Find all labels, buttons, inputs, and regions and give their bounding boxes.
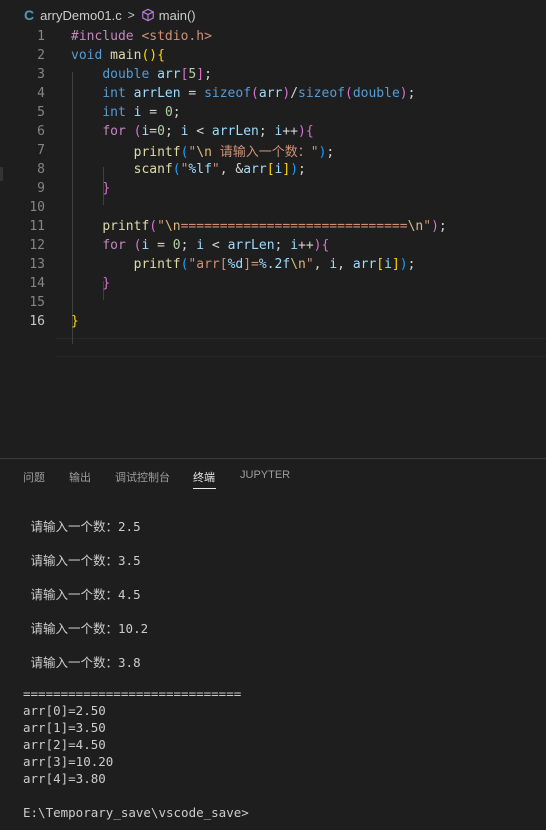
code-line[interactable]: 1 #include <stdio.h> xyxy=(0,27,546,46)
code-line[interactable]: 10 xyxy=(0,198,546,217)
code-line[interactable]: 3 double arr[5]; xyxy=(0,65,546,84)
terminal-line: 请输入一个数：2.5 xyxy=(23,519,141,534)
line-number: 3 xyxy=(37,67,45,82)
line-number: 13 xyxy=(29,257,45,272)
line-number: 9 xyxy=(37,181,45,196)
line-number: 15 xyxy=(29,295,45,310)
symbol-method-icon xyxy=(141,8,154,22)
code-line[interactable]: 11 printf("\n===========================… xyxy=(0,217,546,236)
breadcrumb-symbol[interactable]: main() xyxy=(159,8,196,23)
line-number: 14 xyxy=(29,276,45,291)
line-number: 8 xyxy=(37,162,45,177)
terminal-line: 请输入一个数：10.2 xyxy=(23,621,149,636)
line-number: 6 xyxy=(37,124,45,139)
panel-tabs: 问题 输出 调试控制台 终端 JUPYTER xyxy=(0,459,546,495)
code-line[interactable]: 2 void main(){ xyxy=(0,46,546,65)
bottom-panel: 问题 输出 调试控制台 终端 JUPYTER 请输入一个数：2.5 请输入一个数… xyxy=(0,458,546,830)
active-tab-indicator xyxy=(193,488,216,489)
c-file-icon: C xyxy=(24,7,35,23)
line-number: 2 xyxy=(37,48,45,63)
code-text: void main(){ xyxy=(71,48,165,63)
tab-jupyter[interactable]: JUPYTER xyxy=(240,469,290,481)
code-text: double arr[5]; xyxy=(102,67,212,82)
code-text: } xyxy=(102,276,111,291)
terminal-prompt[interactable]: E:\Temporary_save\vscode_save> xyxy=(23,805,249,820)
code-line[interactable]: 13 printf("arr[%d]=%.2f\n", i, arr[i]); xyxy=(0,255,546,274)
terminal-line: arr[2]=4.50 xyxy=(23,737,106,752)
terminal-line: 请输入一个数：4.5 xyxy=(23,587,141,602)
breadcrumb-file[interactable]: arryDemo01.c xyxy=(40,8,122,23)
terminal-line: arr[4]=3.80 xyxy=(23,771,106,786)
code-line[interactable]: 8 scanf("%lf", &arr[i]); xyxy=(0,160,546,179)
terminal-line: arr[0]=2.50 xyxy=(23,703,106,718)
code-line[interactable]: 15 xyxy=(0,293,546,312)
code-text: for (i = 0; i < arrLen; i++){ xyxy=(102,238,330,253)
terminal-line: arr[1]=3.50 xyxy=(23,720,106,735)
code-text: for (i=0; i < arrLen; i++){ xyxy=(102,124,314,139)
code-text: scanf("%lf", &arr[i]); xyxy=(133,162,306,177)
code-line[interactable]: 9 } xyxy=(0,179,546,198)
current-line-highlight xyxy=(55,338,546,357)
code-text: } xyxy=(102,181,111,196)
line-number: 7 xyxy=(37,143,45,158)
code-line[interactable]: 5 int i = 0; xyxy=(0,103,546,122)
line-number: 10 xyxy=(29,200,45,215)
code-editor[interactable]: 1 #include <stdio.h> 2 void main(){ 3 do… xyxy=(0,27,546,457)
tab-debug-console[interactable]: 调试控制台 xyxy=(115,469,170,485)
code-text: printf("\n=============================\… xyxy=(102,219,447,234)
line-number: 16 xyxy=(29,314,45,329)
code-text: printf("\n 请输入一个数："); xyxy=(133,145,335,160)
line-number: 4 xyxy=(37,86,45,101)
code-text: int arrLen = sizeof(arr)/sizeof(double); xyxy=(102,86,416,101)
tab-problems[interactable]: 问题 xyxy=(23,469,45,485)
line-number: 12 xyxy=(29,238,45,253)
terminal-line: ============================= xyxy=(23,686,242,701)
code-line[interactable]: 7 printf("\n 请输入一个数："); xyxy=(0,141,546,160)
code-line[interactable]: 4 int arrLen = sizeof(arr)/sizeof(double… xyxy=(0,84,546,103)
terminal-line: 请输入一个数：3.5 xyxy=(23,553,141,568)
line-number: 11 xyxy=(29,219,45,234)
code-text: int i = 0; xyxy=(102,105,181,120)
line-number: 5 xyxy=(37,105,45,120)
tab-output[interactable]: 输出 xyxy=(69,469,91,485)
code-text: #include <stdio.h> xyxy=(71,29,212,44)
terminal-line: arr[3]=10.20 xyxy=(23,754,114,769)
code-text: printf("arr[%d]=%.2f\n", i, arr[i]); xyxy=(133,257,416,272)
chevron-right-icon: > xyxy=(127,8,135,22)
code-line[interactable]: 6 for (i=0; i < arrLen; i++){ xyxy=(0,122,546,141)
code-line[interactable]: 14 } xyxy=(0,274,546,293)
line-number: 1 xyxy=(37,29,45,44)
tab-terminal[interactable]: 终端 xyxy=(193,469,215,485)
code-line[interactable]: 16 } xyxy=(0,312,546,331)
terminal-line: 请输入一个数：3.8 xyxy=(23,655,141,670)
code-line[interactable]: 12 for (i = 0; i < arrLen; i++){ xyxy=(0,236,546,255)
breadcrumb: C arryDemo01.c > main() xyxy=(0,0,546,30)
code-text: } xyxy=(71,314,79,329)
